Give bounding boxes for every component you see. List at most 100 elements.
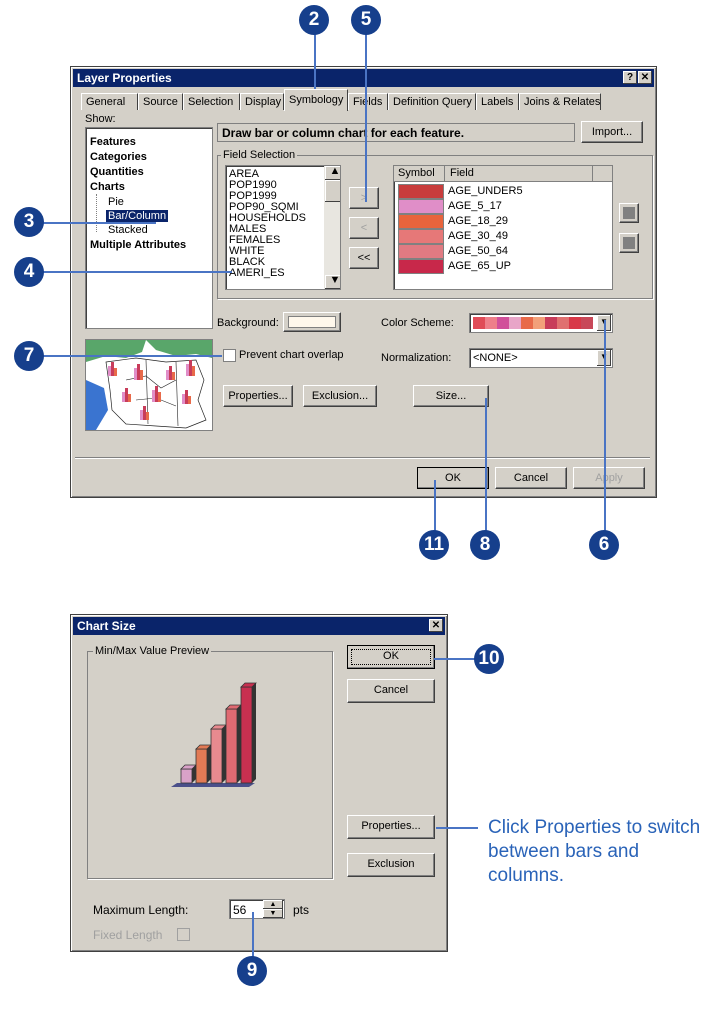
tab-joins-relates[interactable]: Joins & Relates (519, 93, 601, 110)
move-down-icon (623, 237, 635, 249)
tab-definition-query[interactable]: Definition Query (388, 93, 476, 110)
add-field-button[interactable]: > (349, 187, 379, 209)
scroll-down-icon[interactable]: ▼ (325, 275, 340, 289)
chart-properties-button[interactable]: Properties... (347, 815, 435, 839)
field-item[interactable]: AMERI_ES (226, 268, 340, 279)
exclusion-button[interactable]: Exclusion... (303, 385, 377, 407)
move-up-button[interactable] (619, 203, 639, 223)
tree-charts[interactable]: Charts (90, 181, 125, 193)
help-button[interactable]: ? (623, 71, 637, 84)
layer-properties-titlebar[interactable]: Layer Properties ? ✕ (73, 69, 654, 87)
apply-button[interactable]: Apply (573, 467, 645, 489)
background-color-button[interactable] (283, 312, 341, 332)
tab-symbology[interactable]: Symbology (284, 89, 348, 111)
cancel-button[interactable]: Cancel (495, 467, 567, 489)
fixed-length-label: Fixed Length (93, 928, 163, 942)
symbol-swatch[interactable] (398, 229, 444, 244)
tab-general[interactable]: General (81, 93, 138, 110)
tab-labels[interactable]: Labels (476, 93, 519, 110)
color-scheme-dropdown[interactable]: ▼ (469, 313, 613, 333)
units-label: pts (293, 903, 310, 917)
description-box: Draw bar or column chart for each featur… (217, 123, 575, 142)
close-button[interactable]: ✕ (638, 71, 652, 84)
properties-button[interactable]: Properties... (223, 385, 293, 407)
fixed-length-checkbox[interactable] (177, 928, 190, 941)
symbol-swatch[interactable] (398, 244, 444, 259)
max-length-stepper[interactable]: 56 ▲ ▼ (229, 899, 285, 919)
size-button[interactable]: Size... (413, 385, 489, 407)
callout-badge: 7 (14, 341, 44, 371)
scroll-thumb[interactable] (325, 180, 340, 202)
tree-categories[interactable]: Categories (90, 151, 147, 163)
tab-fields[interactable]: Fields (348, 93, 388, 110)
tree-features[interactable]: Features (90, 136, 136, 148)
prevent-overlap-checkbox[interactable] (223, 349, 236, 362)
tree-quantities[interactable]: Quantities (90, 166, 144, 178)
cancel-button[interactable]: Cancel (347, 679, 435, 703)
symbol-swatch[interactable] (398, 214, 444, 229)
callout-8-line (485, 398, 487, 534)
selected-field-name[interactable]: AGE_50_64 (448, 245, 508, 257)
callout-5-line (365, 34, 367, 202)
chart-exclusion-button[interactable]: Exclusion (347, 853, 435, 877)
symbol-header[interactable]: Symbol (398, 167, 435, 179)
preview-bar (210, 724, 227, 784)
preview-label: Min/Max Value Preview (93, 645, 212, 657)
symbol-swatch[interactable] (398, 184, 444, 199)
close-button[interactable]: ✕ (429, 619, 443, 632)
tree-bar-column[interactable]: Bar/Column (106, 210, 169, 222)
selected-field-name[interactable]: AGE_18_29 (448, 215, 508, 227)
fields-scrollbar[interactable]: ▲ ▼ (324, 166, 340, 289)
field-header[interactable]: Field (450, 167, 474, 179)
callout-badge: 3 (14, 207, 44, 237)
chart-size-titlebar[interactable]: Chart Size ✕ (73, 617, 445, 635)
chart-size-dialog: Chart Size ✕ Min/Max Value Preview OK Ca… (70, 614, 448, 952)
field-selection-label: Field Selection (221, 149, 298, 161)
description-text: Draw bar or column chart for each featur… (222, 126, 465, 140)
ok-button[interactable]: OK (347, 645, 435, 669)
stepper-up-icon[interactable]: ▲ (263, 900, 283, 909)
dialog-title: Layer Properties (77, 71, 172, 85)
tree-stacked[interactable]: Stacked (108, 224, 148, 236)
callout-badge: 8 (470, 530, 500, 560)
import-button[interactable]: Import... (581, 121, 643, 143)
selected-field-name[interactable]: AGE_UNDER5 (448, 185, 523, 197)
tab-selection[interactable]: Selection (183, 93, 240, 110)
normalization-dropdown[interactable]: <NONE> ▼ (469, 348, 613, 368)
tab-source[interactable]: Source (138, 93, 183, 110)
available-fields-list[interactable]: AREA POP1990 POP1999 POP90_SQMI HOUSEHOL… (225, 165, 341, 290)
preview-chart (171, 682, 257, 787)
ok-button[interactable]: OK (417, 467, 489, 489)
tree-pie[interactable]: Pie (108, 196, 124, 208)
selected-field-name[interactable]: AGE_30_49 (448, 230, 508, 242)
show-label: Show: (85, 113, 116, 125)
symbol-swatch[interactable] (398, 259, 444, 274)
map-preview-svg (86, 340, 212, 430)
stepper-down-icon[interactable]: ▼ (263, 909, 283, 918)
callout-11-line (434, 480, 436, 534)
selected-field-name[interactable]: AGE_5_17 (448, 200, 502, 212)
background-swatch (288, 316, 336, 328)
preview-bar (225, 704, 242, 784)
remove-all-button[interactable]: << (349, 247, 379, 269)
symbol-swatch[interactable] (398, 199, 444, 214)
scheme-color (509, 317, 521, 329)
tree-line (96, 194, 98, 232)
header-divider (592, 166, 593, 181)
color-scheme-strip (473, 317, 593, 329)
scroll-up-icon[interactable]: ▲ (325, 166, 340, 180)
list-header: Symbol Field (394, 166, 612, 182)
callout-badge: 9 (237, 956, 267, 986)
remove-field-button[interactable]: < (349, 217, 379, 239)
caption-line (436, 827, 478, 829)
max-length-value: 56 (233, 903, 247, 917)
tab-display[interactable]: Display (240, 93, 284, 110)
move-down-button[interactable] (619, 233, 639, 253)
callout-4-line (42, 271, 232, 273)
selected-fields-list[interactable]: Symbol Field AGE_UNDER5 AGE_5_17 AGE_18_29… (393, 165, 613, 290)
background-label: Background: (217, 317, 279, 329)
callout-badge: 5 (351, 5, 381, 35)
selected-field-name[interactable]: AGE_65_UP (448, 260, 511, 272)
tree-multiple-attributes[interactable]: Multiple Attributes (90, 239, 186, 251)
scheme-color (521, 317, 533, 329)
